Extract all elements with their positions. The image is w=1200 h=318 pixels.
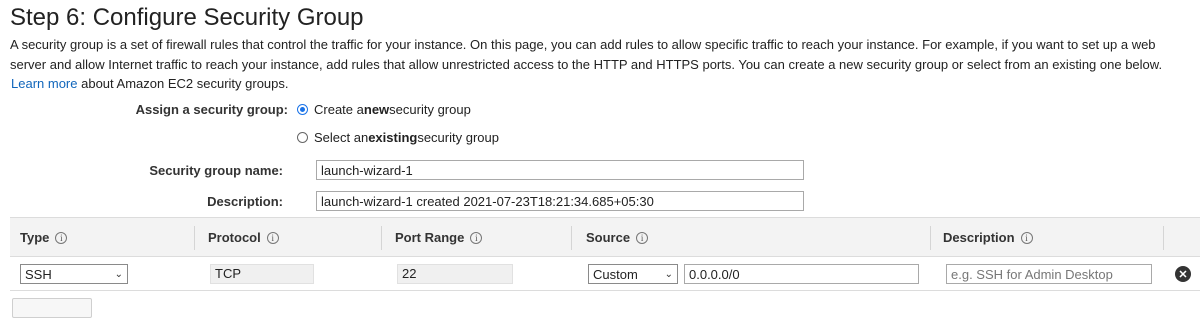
intro-text-line-1: A security group is a set of firewall ru… (10, 37, 1156, 52)
chevron-down-icon: ⌄ (114, 268, 123, 280)
column-header-label: Type (20, 230, 50, 245)
column-header-description: Description i (943, 230, 1033, 245)
info-icon[interactable]: i (266, 231, 279, 244)
assign-security-group-label: Assign a security group: (135, 102, 288, 117)
column-header-label: Description (943, 230, 1015, 245)
security-group-name-input[interactable] (316, 160, 804, 180)
radio-unselected-icon[interactable] (297, 132, 308, 143)
info-icon[interactable]: i (636, 231, 649, 244)
option-label-bold: new (363, 102, 390, 117)
column-header-label: Protocol (208, 230, 261, 245)
column-divider (571, 226, 572, 250)
intro-text-line-3-rest: about Amazon EC2 security groups. (81, 76, 289, 91)
column-divider (1163, 226, 1164, 250)
rule-source-cidr-input[interactable] (684, 264, 919, 284)
page-title: Step 6: Configure Security Group (10, 4, 364, 31)
rules-table-header: Type i Protocol i Port Range i Source i … (10, 217, 1200, 257)
security-group-description-input[interactable] (316, 191, 804, 211)
rule-type-select[interactable]: SSH ⌄ (20, 264, 128, 284)
rule-type-value: SSH (25, 266, 52, 282)
add-rule-button[interactable] (12, 298, 92, 318)
column-header-protocol: Protocol i (208, 230, 279, 245)
column-header-label: Port Range (395, 230, 465, 245)
rule-source-select[interactable]: Custom ⌄ (588, 264, 678, 284)
column-header-label: Source (586, 230, 631, 245)
security-group-name-label: Security group name: (149, 163, 283, 178)
info-icon[interactable]: i (470, 231, 483, 244)
column-divider (930, 226, 931, 250)
option-label-pre: Select an (314, 130, 369, 145)
rule-port-range-field: 22 (397, 264, 513, 284)
column-header-port-range: Port Range i (395, 230, 483, 245)
chevron-down-icon: ⌄ (664, 268, 673, 280)
row-divider (10, 290, 1200, 291)
radio-selected-icon[interactable] (297, 104, 308, 115)
option-label-pre: Create a (314, 102, 364, 117)
create-new-security-group-option[interactable]: Create a new security group (297, 102, 471, 117)
info-icon[interactable]: i (55, 231, 68, 244)
option-label-post: security group (417, 130, 499, 145)
option-label-post: security group (389, 102, 471, 117)
intro-text-line-2: server and allow Internet traffic to rea… (10, 57, 1163, 72)
intro-text-line-3: Learn more about Amazon EC2 security gro… (10, 76, 289, 91)
remove-rule-icon[interactable]: ✕ (1175, 266, 1191, 282)
option-label-bold: existing (368, 130, 418, 145)
column-header-type: Type i (20, 230, 68, 245)
column-divider (381, 226, 382, 250)
rule-protocol-field: TCP (210, 264, 314, 284)
description-label: Description: (207, 194, 283, 209)
info-icon[interactable]: i (1020, 231, 1033, 244)
learn-more-link[interactable]: Learn more (11, 76, 77, 91)
rule-description-input[interactable] (946, 264, 1152, 284)
column-divider (194, 226, 195, 250)
rule-source-mode-value: Custom (593, 266, 638, 282)
select-existing-security-group-option[interactable]: Select an existing security group (297, 130, 499, 145)
column-header-source: Source i (586, 230, 649, 245)
